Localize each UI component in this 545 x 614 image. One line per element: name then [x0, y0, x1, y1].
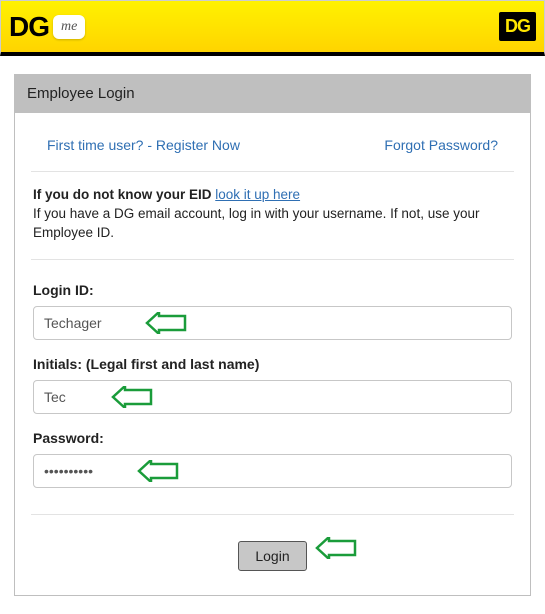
logo-me-bubble: me: [53, 15, 85, 39]
top-header: DG me DG: [0, 0, 545, 56]
login-button[interactable]: Login: [238, 541, 306, 571]
helper-links-row: First time user? - Register Now Forgot P…: [31, 131, 514, 172]
logo-right: DG: [499, 12, 536, 41]
login-id-label: Login ID:: [33, 282, 512, 298]
login-panel: Employee Login First time user? - Regist…: [14, 74, 531, 596]
logo-left: DG me: [9, 11, 85, 43]
form-section: Login ID: Initials: (Legal first and las…: [31, 282, 514, 515]
register-link[interactable]: First time user? - Register Now: [47, 137, 240, 153]
instructions-text: If you have a DG email account, log in w…: [33, 206, 479, 240]
login-id-wrap: [33, 306, 512, 340]
arrow-left-icon: [315, 537, 357, 559]
initials-label: Initials: (Legal first and last name): [33, 356, 512, 372]
initials-input[interactable]: [33, 380, 512, 414]
initials-wrap: [33, 380, 512, 414]
logo-dg-text: DG: [9, 11, 49, 43]
password-input[interactable]: [33, 454, 512, 488]
login-id-input[interactable]: [33, 306, 512, 340]
info-block: If you do not know your EID look it up h…: [31, 186, 514, 260]
logo-right-text: DG: [505, 16, 530, 36]
eid-prefix-text: If you do not know your EID: [33, 187, 215, 202]
panel-body: First time user? - Register Now Forgot P…: [15, 113, 530, 595]
password-wrap: [33, 454, 512, 488]
panel-title: Employee Login: [15, 75, 530, 113]
lookup-eid-link[interactable]: look it up here: [215, 187, 300, 202]
forgot-password-link[interactable]: Forgot Password?: [384, 137, 498, 153]
password-label: Password:: [33, 430, 512, 446]
page-container: Employee Login First time user? - Regist…: [0, 56, 545, 614]
button-row: Login: [31, 515, 514, 571]
